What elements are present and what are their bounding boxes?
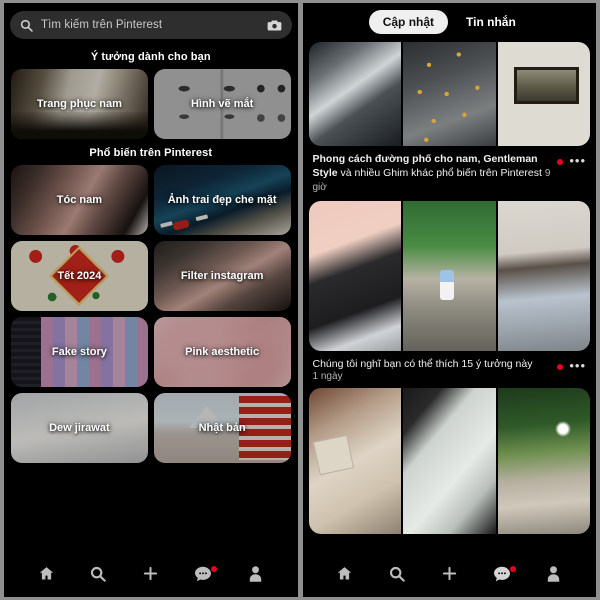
ideas-card-grid: Trang phục nam Hình vẽ mắt: [4, 69, 298, 139]
plus-icon: [441, 565, 458, 587]
notification-item-1[interactable]: Phong cách đường phố cho nam, Gentleman …: [303, 42, 597, 201]
thumbnail-image: [308, 200, 401, 351]
card-label: Tết 2024: [57, 269, 102, 282]
unread-badge: [211, 566, 218, 572]
popular-card-grid: Tóc nam Ảnh trai đẹp che mặt Tết 2024 Fi…: [4, 165, 298, 463]
nav-create-button[interactable]: [134, 559, 168, 593]
card-label: Trang phục nam: [36, 97, 122, 110]
tab-tin-nhan[interactable]: Tin nhắn: [452, 10, 530, 34]
chat-bubble-icon: [194, 566, 212, 587]
right-bottom-navigation: [302, 555, 596, 597]
notification-thumbnails[interactable]: [308, 200, 590, 351]
left-bottom-navigation: [4, 555, 298, 597]
notification-item-3[interactable]: [303, 388, 597, 535]
notification-title: Chúng tôi nghĩ bạn có thể thích 15 ý tưở…: [313, 358, 552, 372]
card-toc-nam[interactable]: Tóc nam: [11, 165, 148, 235]
notification-title: Phong cách đường phố cho nam, Gentleman …: [313, 153, 552, 195]
card-nhat-ban[interactable]: Nhật bản: [153, 393, 291, 463]
card-label: Pink aesthetic: [185, 345, 260, 358]
thumbnail-image: [403, 200, 496, 351]
card-anh-trai-dep-che-mat[interactable]: Ảnh trai đẹp che mặt: [153, 165, 291, 235]
thumbnail-image: [403, 388, 496, 535]
notification-tabs: Cập nhật Tin nhắn: [302, 3, 596, 42]
person-icon: [546, 565, 561, 587]
notification-text-row: Chúng tôi nghĩ bạn có thể thích 15 ý tưở…: [309, 351, 591, 389]
notification-copy: Chúng tôi nghĩ bạn có thể thích 15 ý tưở…: [313, 358, 552, 383]
home-icon: [336, 565, 353, 587]
thumbnail-image: [497, 42, 590, 146]
notification-thumbnails[interactable]: [308, 42, 590, 146]
card-hinh-ve-mat[interactable]: Hình vẽ mắt: [153, 69, 291, 139]
card-label: Ảnh trai đẹp che mặt: [167, 193, 277, 206]
ellipsis-icon[interactable]: •••: [569, 359, 586, 372]
person-icon: [248, 565, 263, 587]
notification-thumbnails[interactable]: [308, 388, 590, 535]
unread-badge: [509, 566, 516, 572]
search-bar[interactable]: Tìm kiếm trên Pinterest: [10, 11, 292, 39]
nav-home-button[interactable]: [29, 559, 63, 593]
card-label: Nhật bản: [198, 421, 246, 434]
search-input[interactable]: Tìm kiếm trên Pinterest: [41, 19, 259, 31]
card-label: Tóc nam: [56, 193, 102, 206]
tab-cap-nhat[interactable]: Cập nhật: [368, 10, 449, 34]
nav-profile-button[interactable]: [537, 559, 571, 593]
notification-copy: Phong cách đường phố cho nam, Gentleman …: [313, 153, 552, 195]
right-phone-panel: Cập nhật Tin nhắn Phong cách đường phố c…: [302, 3, 597, 597]
nav-home-button[interactable]: [328, 559, 362, 593]
nav-profile-button[interactable]: [238, 559, 272, 593]
nav-search-button[interactable]: [380, 559, 414, 593]
thumbnail-image: [308, 42, 401, 146]
search-icon: [389, 566, 405, 587]
card-filter-instagram[interactable]: Filter instagram: [153, 241, 291, 311]
search-icon: [20, 19, 33, 32]
unread-dot: [557, 363, 564, 370]
thumbnail-image: [497, 388, 590, 535]
thumbnail-image: [308, 388, 401, 535]
card-label: Hình vẽ mắt: [190, 97, 254, 110]
card-tet-2024[interactable]: Tết 2024: [11, 241, 148, 311]
card-dew-jirawat[interactable]: Dew jirawat: [11, 393, 148, 463]
notification-title-plain: và nhiều Ghim khác phổ biến trên Pintere…: [337, 166, 545, 179]
notification-item-2[interactable]: Chúng tôi nghĩ bạn có thể thích 15 ý tưở…: [303, 200, 597, 389]
card-label: Fake story: [51, 345, 107, 358]
card-pink-aesthetic[interactable]: Pink aesthetic: [153, 317, 291, 387]
card-label: Dew jirawat: [49, 421, 110, 434]
search-icon: [90, 566, 107, 587]
card-label: Filter instagram: [180, 269, 264, 282]
notification-text-row: Phong cách đường phố cho nam, Gentleman …: [309, 146, 591, 201]
home-icon: [38, 565, 55, 587]
left-phone-panel: Tìm kiếm trên Pinterest Ý tưởng dành cho…: [4, 3, 298, 597]
nav-search-button[interactable]: [81, 559, 115, 593]
card-fake-story[interactable]: Fake story: [11, 317, 148, 387]
card-trang-phuc-nam[interactable]: Trang phục nam: [11, 69, 148, 139]
ellipsis-icon[interactable]: •••: [569, 154, 586, 167]
thumbnail-image: [497, 200, 590, 351]
camera-icon[interactable]: [267, 19, 282, 32]
section-title-ideas: Ý tưởng dành cho bạn: [90, 51, 211, 63]
search-header: Tìm kiếm trên Pinterest: [4, 3, 298, 43]
section-title-popular: Phổ biến trên Pinterest: [89, 147, 213, 159]
dual-phone-screenshot: Tìm kiếm trên Pinterest Ý tưởng dành cho…: [0, 0, 600, 600]
thumbnail-image: [403, 42, 496, 146]
unread-dot: [557, 159, 564, 165]
nav-messages-button[interactable]: [186, 559, 220, 593]
notification-title-plain: Chúng tôi nghĩ bạn có thể thích 15 ý tưở…: [312, 357, 533, 370]
nav-messages-button[interactable]: [485, 559, 519, 593]
plus-icon: [142, 565, 159, 587]
notification-time: 1 ngày: [312, 371, 343, 383]
nav-create-button[interactable]: [432, 559, 466, 593]
chat-bubble-icon: [493, 566, 511, 587]
